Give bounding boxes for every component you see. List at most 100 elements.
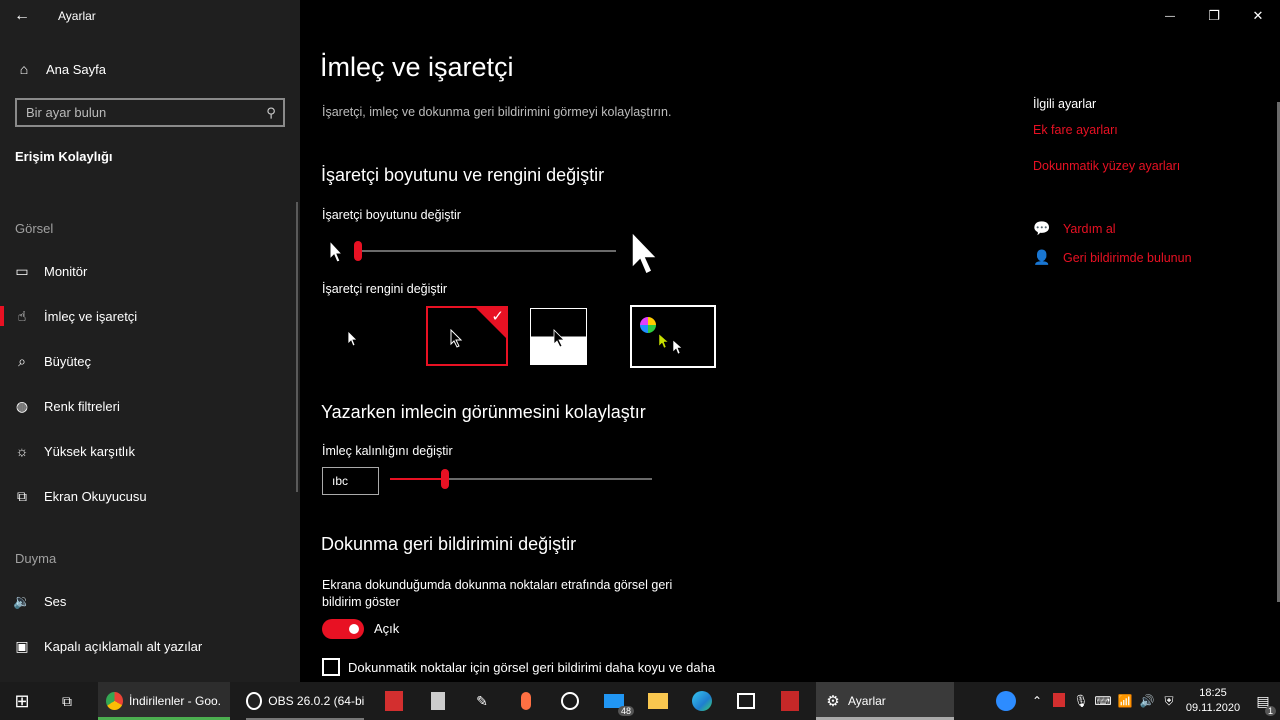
- clock[interactable]: 18:25 09.11.2020: [1180, 686, 1246, 716]
- main-content: — ❐ ✕ İmleç ve işaretçi İşaretçi, imleç …: [300, 0, 1280, 682]
- darker-feedback-checkbox[interactable]: [322, 658, 340, 676]
- microphone-icon: [521, 692, 531, 710]
- color-option-inverted[interactable]: [530, 308, 587, 365]
- cursor-preview: ıbc: [322, 467, 379, 495]
- folder-icon: [648, 693, 668, 709]
- captions-icon: ▣: [15, 637, 29, 654]
- taskbar-calculator[interactable]: [416, 682, 460, 720]
- get-help-link[interactable]: 💬 Yardım al: [1033, 220, 1116, 237]
- cursor-thickness-label: İmleç kalınlığını değiştir: [322, 444, 453, 458]
- taskbar-location-app[interactable]: [548, 682, 592, 720]
- tray-microphone-icon[interactable]: 🎙: [1070, 694, 1092, 708]
- taskbar-mcafee[interactable]: [768, 682, 812, 720]
- taskbar-podcast-app[interactable]: [504, 682, 548, 720]
- sidebar-item-captions[interactable]: ▣ Kapalı açıklamalı alt yazılar: [0, 626, 296, 666]
- taskbar-app-chrome[interactable]: İndirilenler - Goo...: [98, 682, 230, 720]
- cursor-section-heading: Yazarken imlecin görünmesini kolaylaştır: [321, 402, 646, 422]
- sidebar-item-monitor[interactable]: ▭ Monitör: [0, 251, 296, 291]
- taskbar-app-label: İndirilenler - Goo...: [128, 694, 222, 708]
- taskbar-app-settings[interactable]: ⚙ Ayarlar: [816, 682, 954, 720]
- store-icon: [737, 693, 755, 709]
- taskbar-edge[interactable]: [680, 682, 724, 720]
- search-icon[interactable]: ⚲: [259, 105, 283, 121]
- start-button[interactable]: ⊞: [0, 682, 44, 720]
- clock-date: 09.11.2020: [1185, 702, 1241, 714]
- narrator-icon: ⧉: [17, 487, 27, 504]
- small-cursor-icon: [329, 240, 343, 263]
- pointer-size-label: İşaretçi boyutunu değiştir: [322, 208, 461, 222]
- taskbar-mail[interactable]: 48: [592, 682, 636, 720]
- pin-icon: [561, 692, 579, 710]
- darker-feedback-label: Dokunmatik noktalar için görsel geri bil…: [348, 660, 716, 675]
- chat-help-icon: 💬: [1033, 220, 1051, 236]
- minimize-button[interactable]: —: [1148, 0, 1192, 32]
- inverted-cursor-icon: [553, 329, 565, 348]
- toggle-state-label: Açık: [374, 621, 400, 636]
- tray-pdf-icon[interactable]: [1048, 692, 1070, 710]
- sidebar-item-magnifier[interactable]: ⌕ Büyüteç: [0, 341, 296, 381]
- color-wheel-icon: [640, 317, 656, 333]
- sidebar-item-narrator[interactable]: ⧉ Ekran Okuyucusu: [0, 476, 296, 516]
- pointer-size-slider-track[interactable]: [354, 250, 616, 252]
- sidebar-scrollbar[interactable]: [296, 202, 298, 492]
- palette-icon: ◍: [15, 397, 29, 414]
- taskbar-zoom[interactable]: [986, 682, 1026, 720]
- cursor-thickness-slider-thumb[interactable]: [441, 469, 450, 489]
- sidebar-item-audio[interactable]: 🔉 Ses: [0, 581, 296, 621]
- search-input[interactable]: [17, 105, 259, 120]
- restore-icon: ❐: [1208, 8, 1220, 23]
- touch-section-heading: Dokunma geri bildirimini değiştir: [321, 534, 577, 554]
- back-button[interactable]: ←: [0, 0, 44, 32]
- mail-badge: 48: [617, 706, 634, 716]
- color-option-white[interactable]: [330, 306, 406, 366]
- input-method-icon[interactable]: ⌨: [1092, 694, 1114, 708]
- sidebar-item-label: Renk filtreleri: [44, 398, 120, 414]
- notification-center-button[interactable]: ▤ 1: [1246, 682, 1280, 720]
- yellow-cursor-icon: [658, 333, 669, 349]
- sidebar-item-label: Monitör: [44, 263, 88, 279]
- volume-icon[interactable]: 🔊: [1136, 694, 1158, 708]
- minimize-icon: —: [1165, 10, 1175, 22]
- system-tray: ⌃ 🎙 ⌨ 📶 🔊 ⛨ 18:25 09.11.2020 ▤ 1: [986, 682, 1280, 720]
- related-settings-heading: İlgili ayarlar: [1033, 97, 1097, 111]
- feedback-person-icon: 👤: [1033, 249, 1051, 265]
- checkmark-icon: ✓: [491, 308, 504, 325]
- tray-security-icon[interactable]: ⛨: [1158, 694, 1180, 709]
- color-option-custom[interactable]: [630, 305, 716, 368]
- taskbar-app-label: Ayarlar: [848, 694, 886, 708]
- window-title: Ayarlar: [58, 9, 96, 23]
- sidebar-item-color-filters[interactable]: ◍ Renk filtreleri: [0, 386, 296, 426]
- close-button[interactable]: ✕: [1236, 0, 1280, 32]
- sidebar-item-high-contrast[interactable]: ☼ Yüksek karşıtlık: [0, 431, 296, 471]
- network-icon[interactable]: 📶: [1114, 694, 1136, 708]
- taskbar-file-explorer[interactable]: [636, 682, 680, 720]
- magnifier-icon: ⌕: [18, 352, 26, 369]
- sidebar-item-label: Büyüteç: [44, 353, 91, 369]
- touch-feedback-label: Ekrana dokunduğumda dokunma noktaları et…: [322, 578, 673, 609]
- clock-time: 18:25: [1199, 687, 1227, 699]
- cursor-thickness-slider-fill: [390, 478, 446, 480]
- search-box[interactable]: ⚲: [15, 98, 285, 127]
- give-feedback-link[interactable]: 👤 Geri bildirimde bulunun: [1033, 249, 1192, 266]
- taskbar-pdf-app[interactable]: [372, 682, 416, 720]
- taskbar-pen-tool[interactable]: ✎: [460, 682, 504, 720]
- pointer-size-slider-thumb[interactable]: [354, 241, 362, 261]
- task-view-button[interactable]: ⧉: [44, 682, 90, 720]
- sidebar-item-home[interactable]: ⌂ Ana Sayfa: [0, 54, 300, 84]
- cursor-preview-text: ıbc: [332, 474, 349, 488]
- taskbar-store[interactable]: [724, 682, 768, 720]
- color-option-black[interactable]: ✓: [426, 306, 508, 366]
- large-cursor-icon: [631, 230, 659, 276]
- link-additional-mouse-settings[interactable]: Ek fare ayarları: [1033, 123, 1118, 137]
- pen-icon: ✎: [476, 692, 488, 709]
- chevron-up-icon[interactable]: ⌃: [1026, 694, 1048, 708]
- sidebar-item-cursor-pointer[interactable]: ☝ İmleç ve işaretçi: [0, 296, 296, 336]
- taskbar-app-obs[interactable]: OBS 26.0.2 (64-bit...: [238, 682, 372, 720]
- white-cursor-icon: [672, 339, 683, 355]
- sidebar-item-label: Yüksek karşıtlık: [44, 443, 136, 459]
- home-icon: ⌂: [19, 61, 29, 77]
- link-touchpad-settings[interactable]: Dokunmatik yüzey ayarları: [1033, 159, 1180, 173]
- touch-feedback-toggle[interactable]: [322, 619, 364, 639]
- restore-button[interactable]: ❐: [1192, 0, 1236, 32]
- group-label-visual: Görsel: [15, 221, 54, 236]
